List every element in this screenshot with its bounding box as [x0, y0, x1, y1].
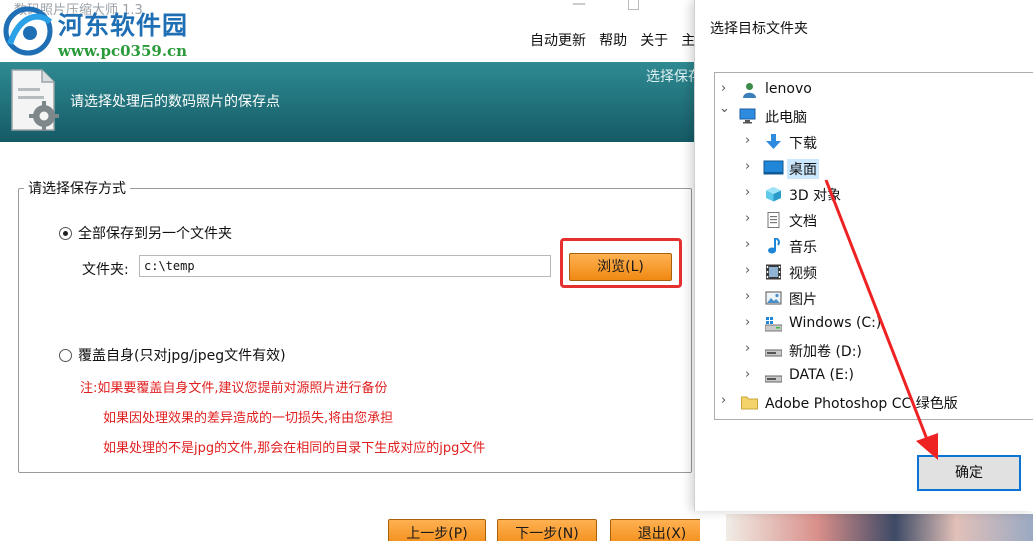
- main-window: 数码照片压缩大师 1.3 — 河东软件园 www.pc0359.cn 自动更新 …: [0, 0, 700, 541]
- menu-help[interactable]: 帮助: [599, 30, 627, 50]
- chevron-right-icon[interactable]: ›: [745, 185, 750, 200]
- document-settings-icon: [11, 69, 59, 131]
- desktop-icon: [763, 160, 784, 175]
- folder-picker-dialog: 选择目标文件夹 › lenovo ⌄ 此电脑 › 下载 › 桌面 › 3D 对象: [694, 0, 1033, 511]
- tree-item-label: 桌面: [787, 159, 819, 179]
- chevron-right-icon[interactable]: ›: [745, 367, 750, 382]
- folder-path-input[interactable]: [139, 255, 551, 277]
- next-step-button[interactable]: 下一步(N): [497, 519, 597, 541]
- chevron-right-icon[interactable]: ›: [721, 393, 726, 408]
- chevron-right-icon[interactable]: ›: [745, 159, 750, 174]
- note-backup: 注:如果要覆盖自身文件,建议您提前对源照片进行备份: [80, 381, 388, 396]
- drive-icon: [765, 375, 782, 383]
- tree-item-drive-c[interactable]: › Windows (C:): [715, 312, 1033, 336]
- tree-item-label: 下载: [789, 136, 817, 152]
- computer-icon: [739, 108, 756, 124]
- document-icon: [767, 212, 780, 228]
- chevron-right-icon[interactable]: ›: [745, 211, 750, 226]
- browse-button[interactable]: 浏览(L): [569, 253, 672, 281]
- tree-item-label: DATA (E:): [789, 367, 855, 383]
- folder-icon: [741, 396, 758, 410]
- tree-item-label: Adobe Photoshop CC 绿色版: [765, 396, 958, 412]
- tree-item-label: 文档: [789, 214, 817, 230]
- tree-item-downloads[interactable]: › 下载: [715, 130, 1033, 154]
- dialog-title: 选择目标文件夹: [710, 21, 808, 37]
- tree-item-pictures[interactable]: › 图片: [715, 286, 1033, 310]
- folder-tree: › lenovo ⌄ 此电脑 › 下载 › 桌面 › 3D 对象 › 文档 › …: [714, 72, 1033, 420]
- chevron-right-icon[interactable]: ›: [745, 341, 750, 356]
- note-jpg-conversion: 如果处理的不是jpg的文件,那会在相同的目录下生成对应的jpg文件: [103, 441, 486, 456]
- chevron-right-icon[interactable]: ›: [745, 289, 750, 304]
- exit-button[interactable]: 退出(X): [610, 519, 700, 541]
- save-all-label[interactable]: 全部保存到另一个文件夹: [78, 223, 232, 243]
- tree-item-desktop[interactable]: › 桌面: [715, 156, 1033, 180]
- overwrite-self-label[interactable]: 覆盖自身(只对jpg/jpeg文件有效): [78, 345, 286, 365]
- watermark-emblem-icon: [3, 6, 53, 56]
- background-photo: [726, 514, 1033, 541]
- tree-item-music[interactable]: › 音乐: [715, 234, 1033, 258]
- cube-icon: [766, 187, 781, 202]
- windows-drive-icon: [765, 317, 782, 332]
- tree-item-3d-objects[interactable]: › 3D 对象: [715, 182, 1033, 206]
- tree-item-label: 视频: [789, 266, 817, 282]
- tree-item-label: 图片: [789, 292, 817, 308]
- music-icon: [768, 238, 781, 254]
- chevron-right-icon[interactable]: ›: [745, 237, 750, 252]
- step-header: 请选择处理后的数码照片的保存点 选择保存: [0, 62, 700, 142]
- header-instruction: 请选择处理后的数码照片的保存点: [70, 94, 280, 110]
- overwrite-self-radio[interactable]: [59, 349, 72, 362]
- menu-about[interactable]: 关于: [640, 30, 668, 50]
- tree-item-drive-d[interactable]: › 新加卷 (D:): [715, 338, 1033, 362]
- video-icon: [766, 264, 781, 280]
- header-step-title: 选择保存: [646, 69, 700, 85]
- tree-item-label: 新加卷 (D:): [789, 344, 862, 360]
- ok-button[interactable]: 确定: [917, 455, 1021, 491]
- tree-item-label: 3D 对象: [789, 188, 842, 204]
- chevron-right-icon[interactable]: ›: [745, 133, 750, 148]
- tree-item-drive-e[interactable]: › DATA (E:): [715, 364, 1033, 388]
- save-all-radio[interactable]: [59, 227, 72, 240]
- chevron-down-icon[interactable]: ⌄: [719, 101, 730, 116]
- minimize-button[interactable]: —: [572, 0, 586, 12]
- watermark-url: www.pc0359.cn: [58, 42, 188, 60]
- watermark-name: 河东软件园: [58, 11, 189, 40]
- save-method-group-title: 请选择保存方式: [24, 178, 130, 198]
- previous-step-button[interactable]: 上一步(P): [388, 519, 486, 541]
- tree-item-this-pc[interactable]: ⌄ 此电脑: [715, 101, 1033, 128]
- tree-item-videos[interactable]: › 视频: [715, 260, 1033, 284]
- chevron-right-icon[interactable]: ›: [745, 315, 750, 330]
- menu-auto-update[interactable]: 自动更新: [530, 30, 586, 50]
- download-icon: [766, 134, 781, 149]
- user-icon: [743, 83, 756, 98]
- folder-label: 文件夹:: [82, 262, 129, 278]
- chevron-right-icon[interactable]: ›: [721, 81, 726, 96]
- chevron-right-icon[interactable]: ›: [745, 263, 750, 278]
- tree-item-photoshop-folder[interactable]: › Adobe Photoshop CC 绿色版: [715, 390, 1033, 414]
- picture-icon: [765, 291, 782, 305]
- tree-item-label: Windows (C:): [789, 315, 882, 331]
- tree-item-label: 音乐: [789, 240, 817, 256]
- tree-item-lenovo[interactable]: › lenovo: [715, 78, 1033, 102]
- maximize-button[interactable]: [628, 0, 639, 10]
- tree-item-label: lenovo: [765, 81, 812, 97]
- tree-item-documents[interactable]: › 文档: [715, 208, 1033, 232]
- tree-item-label: 此电脑: [765, 110, 807, 126]
- drive-icon: [765, 349, 782, 357]
- menu-bar: 自动更新 帮助 关于 主: [530, 30, 700, 52]
- note-liability: 如果因处理效果的差异造成的一切损失,将由您承担: [103, 411, 394, 426]
- watermark-logo: 河东软件园 www.pc0359.cn: [0, 0, 200, 62]
